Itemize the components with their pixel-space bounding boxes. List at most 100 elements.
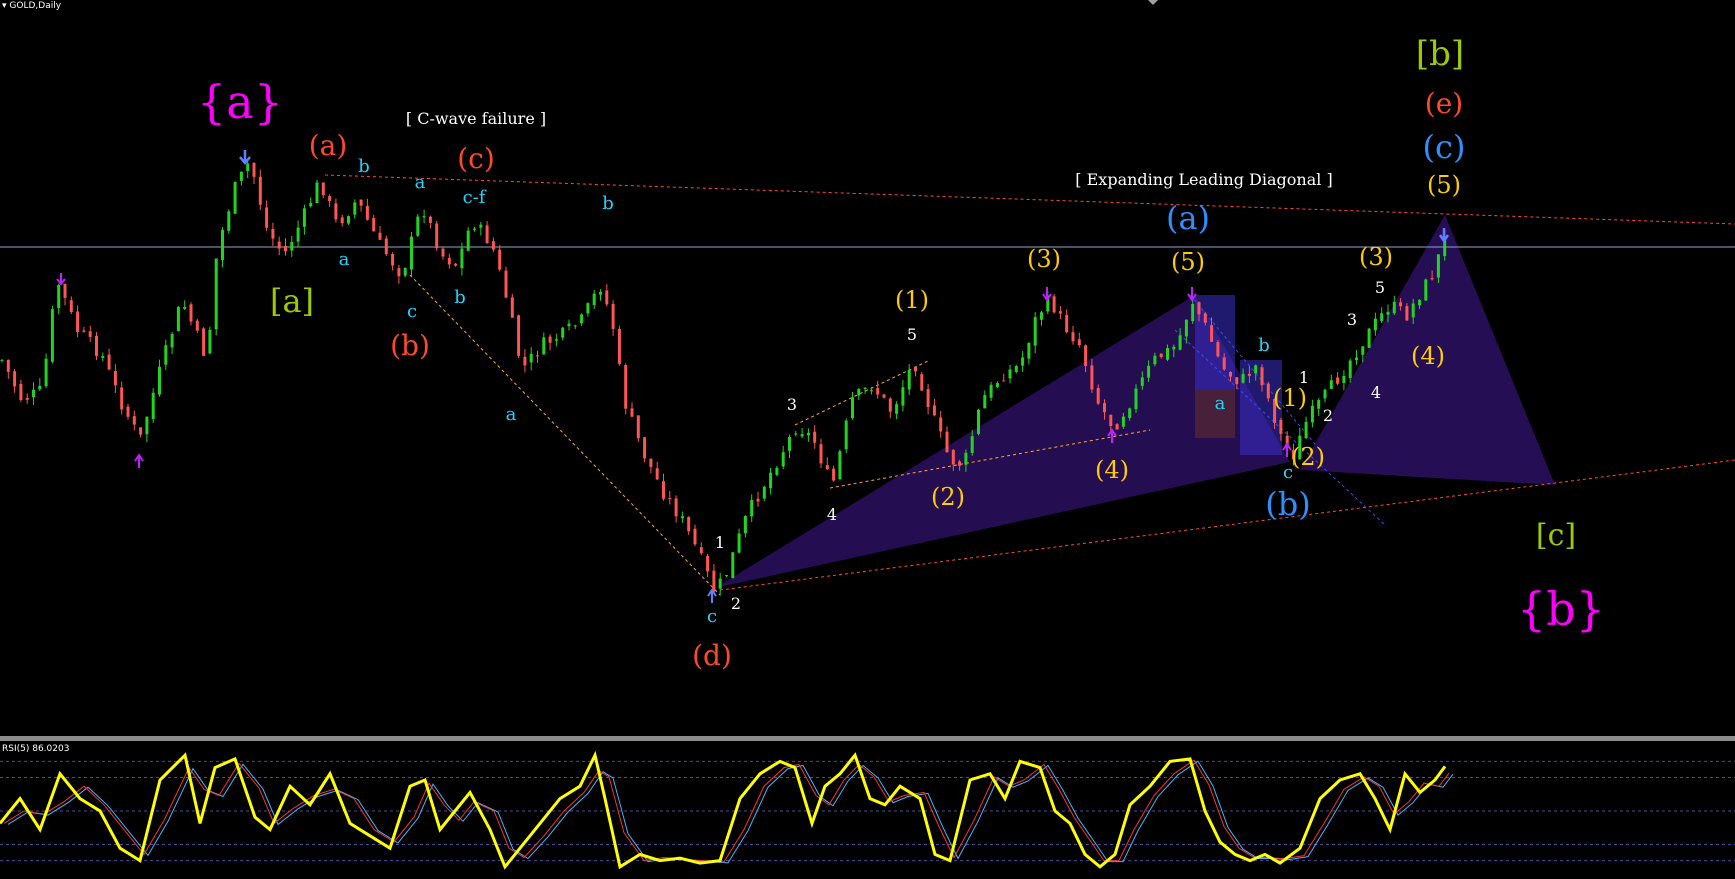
price-chart: {a} [a] (a) (b) (c) (d) (e) [ C-wave fai…	[0, 0, 1735, 736]
candle-body	[1096, 387, 1100, 404]
candle-body	[214, 258, 218, 330]
candle-body	[781, 452, 785, 467]
candle-body	[428, 216, 432, 223]
candle-body	[1178, 335, 1182, 350]
candle-body	[643, 437, 647, 459]
candle-body	[107, 354, 111, 370]
wave-label: b	[1258, 335, 1270, 356]
candle-body	[825, 465, 829, 470]
candle-body	[50, 309, 54, 362]
wave-label: (b)	[1265, 485, 1310, 523]
candle-body	[775, 467, 779, 475]
candle-body	[1405, 306, 1409, 321]
wave-label: b	[454, 287, 466, 308]
candle-body	[1172, 346, 1176, 350]
wave-label: (b)	[390, 329, 430, 362]
candle-body	[914, 366, 917, 372]
candle-body	[1159, 353, 1163, 357]
candle-body	[806, 432, 810, 436]
wave-label: 2	[1323, 406, 1333, 425]
candle-body	[1197, 302, 1201, 315]
candle-body	[372, 218, 376, 232]
candle-body	[989, 384, 993, 398]
candle-body	[1235, 377, 1239, 385]
candle-body	[340, 217, 344, 224]
candle-body	[32, 389, 35, 398]
wave-label: (c)	[1423, 128, 1466, 166]
candle-body	[145, 416, 149, 435]
candle-body	[851, 397, 854, 419]
candle-body	[25, 397, 29, 400]
candle-body	[1373, 318, 1377, 331]
wave-label: b	[358, 156, 370, 177]
candle-body	[1002, 380, 1006, 382]
chart-shift-marker-icon[interactable]	[1148, 0, 1158, 5]
wave-label: (5)	[1427, 171, 1461, 199]
candle-body	[6, 359, 10, 372]
wave-label: (d)	[692, 639, 732, 672]
candle-body	[158, 366, 161, 395]
candle-body	[19, 383, 23, 401]
candle-body	[416, 216, 420, 236]
candle-body	[391, 254, 395, 266]
candle-body	[737, 533, 741, 553]
candle-body	[82, 330, 86, 332]
candle-body	[687, 516, 691, 532]
candle-body	[523, 356, 527, 366]
candle-body	[504, 270, 508, 298]
candle-body	[964, 452, 968, 465]
candle-body	[479, 224, 483, 228]
candle-body	[1115, 424, 1119, 430]
candle-body	[762, 486, 766, 499]
wave-label: (1)	[895, 286, 929, 314]
candle-body	[1254, 365, 1258, 374]
wave-label: (1)	[1273, 384, 1307, 412]
candle-body	[907, 369, 911, 390]
candle-body	[561, 327, 565, 338]
candle-body	[1040, 312, 1043, 320]
candle-body	[517, 315, 521, 356]
candle-body	[567, 323, 571, 327]
candle-body	[1128, 408, 1132, 419]
candle-body	[183, 306, 187, 309]
candle-body	[422, 216, 426, 218]
candle-body	[1386, 311, 1390, 315]
candle-body	[1418, 299, 1421, 306]
wave-label: (3)	[1359, 243, 1393, 271]
candle-body	[44, 358, 48, 387]
candle-body	[510, 297, 514, 318]
candle-body	[895, 404, 899, 414]
wave-label: (3)	[1027, 245, 1061, 273]
c-wave-failure-label: [ C-wave failure ]	[406, 109, 546, 128]
candle-body	[1392, 301, 1396, 314]
candle-body	[920, 374, 924, 391]
candle-body	[1184, 319, 1188, 337]
candle-body	[813, 431, 817, 443]
dropdown-triangle-icon[interactable]: ▾	[2, 1, 7, 11]
candle-body	[1090, 365, 1094, 390]
candle-body	[599, 291, 602, 295]
candle-body	[321, 182, 325, 196]
wave-label: (a)	[309, 129, 348, 162]
candle-body	[252, 162, 256, 177]
wave-label: [a]	[270, 282, 314, 320]
candle-body	[258, 176, 262, 205]
candle-body	[888, 398, 892, 412]
candle-body	[844, 420, 848, 450]
candle-body	[832, 468, 836, 481]
candle-body	[580, 314, 584, 324]
wave-label: (c)	[457, 142, 495, 175]
candle-body	[857, 388, 861, 396]
candle-body	[277, 241, 281, 249]
candle-body	[1153, 355, 1157, 365]
candle-body	[1430, 277, 1434, 280]
candle-body	[1361, 346, 1365, 355]
candle-body	[498, 249, 502, 270]
candle-body	[365, 205, 369, 220]
candle-body	[296, 227, 300, 242]
candle-body	[1329, 380, 1333, 389]
candle-body	[750, 499, 754, 517]
wave-label: c	[1283, 462, 1293, 483]
candle-body	[284, 246, 287, 252]
candle-body	[800, 434, 804, 437]
